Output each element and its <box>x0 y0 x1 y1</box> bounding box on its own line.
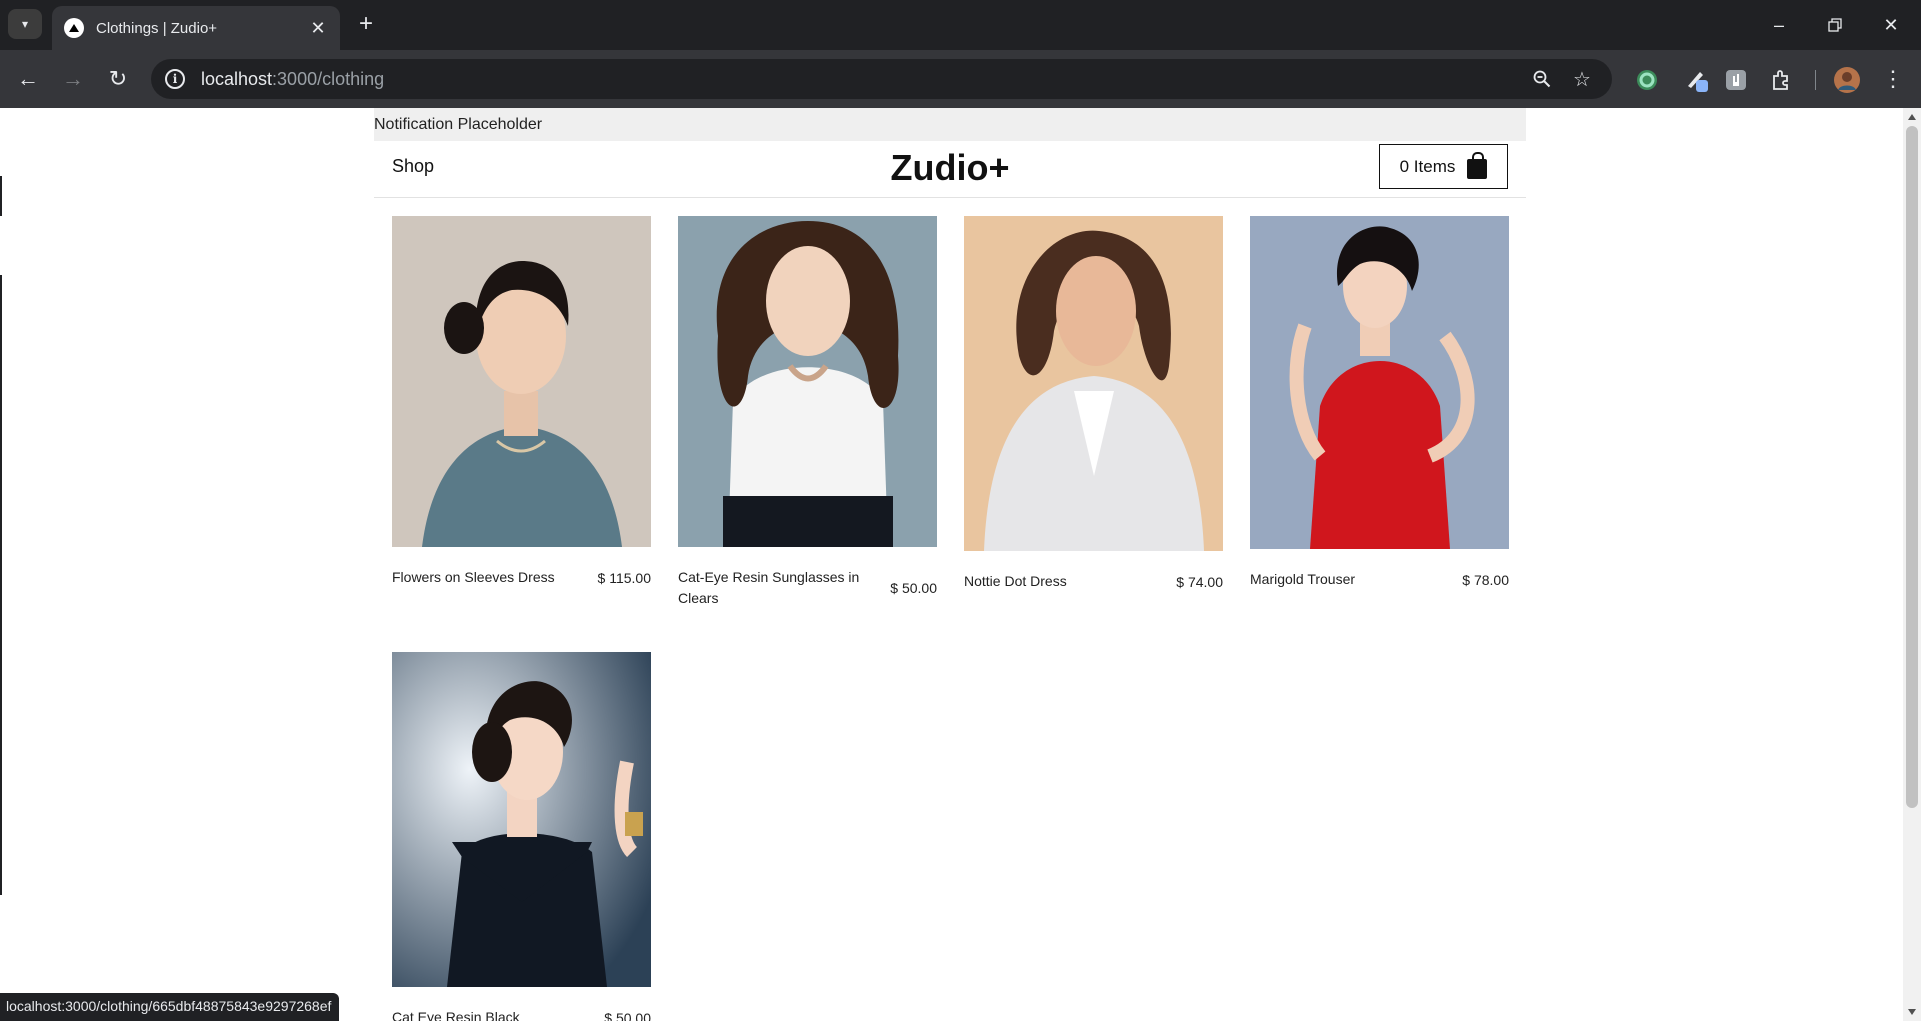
product-card[interactable]: Flowers on Sleeves Dress $ 115.00 <box>392 216 651 588</box>
product-price: $ 115.00 <box>597 569 651 586</box>
arrow-right-icon: → <box>62 66 84 91</box>
product-name: Nottie Dot Dress <box>964 573 1067 589</box>
browser-tab-active[interactable]: Clothings | Zudio+ ✕ <box>52 6 340 50</box>
product-name: Flowers on Sleeves Dress <box>392 569 555 585</box>
site-navbar: Shop Zudio+ 0 Items <box>374 141 1526 198</box>
browser-menu-button[interactable]: ⋮ <box>1877 63 1909 95</box>
tab-title: Clothings | Zudio+ <box>96 19 218 37</box>
reload-button[interactable]: ↻ <box>102 63 134 95</box>
product-price: $ 78.00 <box>1462 571 1509 588</box>
browser-titlebar: ▾ Clothings | Zudio+ ✕ + – ✕ <box>0 0 1921 50</box>
restore-icon <box>1828 18 1842 32</box>
cart-button[interactable]: 0 Items <box>1379 144 1508 189</box>
minimize-button[interactable]: – <box>1751 0 1807 50</box>
extensions-puzzle-icon[interactable] <box>1769 67 1795 93</box>
product-image[interactable] <box>964 216 1223 551</box>
product-image[interactable] <box>678 216 937 547</box>
product-info: Cat Eye Resin Black $ 50.00 <box>392 1007 651 1021</box>
url-path: :3000/clothing <box>272 68 385 89</box>
product-card[interactable]: Marigold Trouser $ 78.00 <box>1250 216 1509 590</box>
vertical-scrollbar[interactable] <box>1903 108 1921 1021</box>
page-viewport: Notification Placeholder Shop Zudio+ 0 I… <box>0 108 1903 1021</box>
reload-icon: ↻ <box>108 66 128 91</box>
site-info-icon[interactable]: i <box>165 69 185 89</box>
edge-mark <box>0 176 2 216</box>
product-name: Cat-Eye Resin Sunglasses in Clears <box>678 569 860 606</box>
zoom-icon[interactable] <box>1530 67 1554 91</box>
profile-avatar[interactable] <box>1834 67 1860 93</box>
kebab-menu-icon: ⋮ <box>1882 66 1904 91</box>
scroll-up-arrow-icon[interactable] <box>1908 114 1916 120</box>
edge-mark <box>0 275 2 895</box>
product-info: Nottie Dot Dress $ 74.00 <box>964 571 1223 592</box>
notification-banner: Notification Placeholder <box>374 108 1526 141</box>
product-image[interactable] <box>1250 216 1509 549</box>
favicon-icon <box>64 18 84 38</box>
extension-hand-icon[interactable] <box>1723 67 1749 93</box>
arrow-left-icon: ← <box>17 66 39 91</box>
product-price: $ 50.00 <box>604 1009 651 1021</box>
product-price: $ 50.00 <box>890 580 937 596</box>
page-container: Notification Placeholder Shop Zudio+ 0 I… <box>374 108 1526 1021</box>
bookmark-star-icon[interactable]: ☆ <box>1570 67 1594 91</box>
product-image[interactable] <box>392 652 651 987</box>
extension-circle-icon[interactable] <box>1634 67 1660 93</box>
product-card[interactable]: Cat Eye Resin Black $ 50.00 <box>392 652 651 1021</box>
new-tab-button[interactable]: + <box>352 10 380 38</box>
url-host: localhost <box>201 68 273 89</box>
site-logo[interactable]: Zudio+ <box>374 147 1526 189</box>
product-info: Flowers on Sleeves Dress $ 115.00 <box>392 567 651 588</box>
product-card[interactable]: Nottie Dot Dress $ 74.00 <box>964 216 1223 592</box>
close-window-button[interactable]: ✕ <box>1863 0 1919 50</box>
product-image[interactable] <box>392 216 651 547</box>
product-info: Cat-Eye Resin Sunglasses in Clears $ 50.… <box>678 567 937 609</box>
tab-search-button[interactable]: ▾ <box>8 9 42 39</box>
product-name: Cat Eye Resin Black <box>392 1009 520 1021</box>
restore-button[interactable] <box>1807 0 1863 50</box>
back-button[interactable]: ← <box>12 63 44 95</box>
extension-pen-icon[interactable] <box>1684 67 1710 93</box>
product-name: Marigold Trouser <box>1250 571 1356 587</box>
chevron-down-icon: ▾ <box>21 17 29 31</box>
browser-toolbar: ← → ↻ i localhost:3000/clothing ☆ ⋮ <box>0 50 1921 108</box>
scroll-down-arrow-icon[interactable] <box>1908 1009 1916 1015</box>
product-card[interactable]: Cat-Eye Resin Sunglasses in Clears $ 50.… <box>678 216 937 609</box>
scrollbar-thumb[interactable] <box>1906 126 1918 808</box>
tab-close-icon[interactable]: ✕ <box>308 18 328 39</box>
cart-count: 0 Items <box>1399 156 1456 176</box>
toolbar-separator <box>1815 70 1816 90</box>
forward-button[interactable]: → <box>57 63 89 95</box>
status-bar-url: localhost:3000/clothing/665dbf48875843e9… <box>0 993 340 1021</box>
address-bar[interactable]: i localhost:3000/clothing ☆ <box>151 59 1612 99</box>
product-info: Marigold Trouser $ 78.00 <box>1250 569 1509 590</box>
shopping-bag-icon <box>1467 151 1488 179</box>
product-price: $ 74.00 <box>1176 573 1223 590</box>
